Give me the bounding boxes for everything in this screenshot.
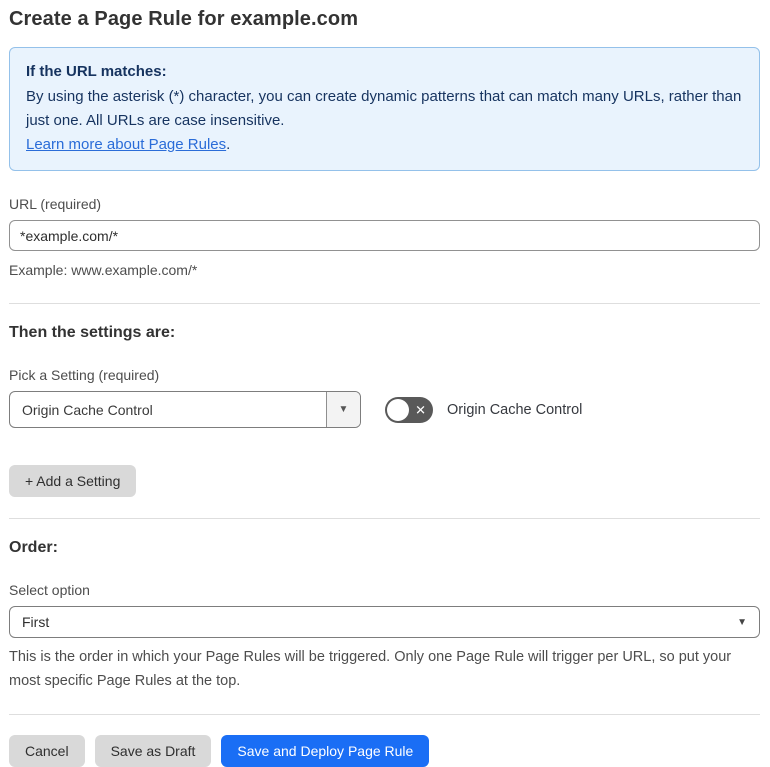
order-select[interactable]: First ▼ [9,606,760,638]
cancel-button[interactable]: Cancel [9,735,85,767]
url-input[interactable] [9,220,760,251]
divider [9,303,760,304]
order-helper-text: This is the order in which your Page Rul… [9,649,732,689]
divider [9,518,760,519]
pick-setting-label: Pick a Setting (required) [9,367,160,383]
setting-select[interactable]: Origin Cache Control ▼ [9,391,361,428]
order-section-heading: Order: [9,539,58,556]
divider [9,714,760,715]
order-select-value: First [22,614,50,630]
toggle-label: Origin Cache Control [447,401,583,418]
chevron-down-icon: ▼ [737,616,747,628]
page-title: Create a Page Rule for example.com [9,8,359,30]
toggle-off-x-icon: ✕ [415,402,426,417]
setting-select-value: Origin Cache Control [22,401,153,418]
save-as-draft-button[interactable]: Save as Draft [94,735,212,767]
url-example-helper: Example: www.example.com/* [9,262,198,278]
toggle-knob [387,398,409,421]
footer-actions: Cancel Save as Draft Save and Deploy Pag… [9,735,760,767]
info-box-heading: If the URL matches: [26,63,167,80]
url-match-info-box: If the URL matches: By using the asteris… [9,47,760,171]
settings-section-heading: Then the settings are: [9,324,176,341]
order-select-label: Select option [9,582,90,598]
info-box-body: By using the asterisk (*) character, you… [26,88,742,129]
setting-select-arrow-button[interactable]: ▼ [326,392,360,427]
page-rule-form: Create a Page Rule for example.com If th… [0,0,770,767]
learn-more-link[interactable]: Learn more about Page Rules [26,136,226,153]
url-field-label: URL (required) [9,196,102,212]
setting-row: Origin Cache Control ▼ ✕ Origin Cache Co… [9,391,760,428]
link-period: . [226,136,231,153]
add-setting-button[interactable]: + Add a Setting [9,465,137,497]
origin-cache-control-toggle[interactable]: ✕ [385,396,433,423]
info-link-line: Learn more about Page Rules. [26,133,743,157]
save-and-deploy-button[interactable]: Save and Deploy Page Rule [221,735,430,767]
chevron-down-icon: ▼ [338,404,349,415]
